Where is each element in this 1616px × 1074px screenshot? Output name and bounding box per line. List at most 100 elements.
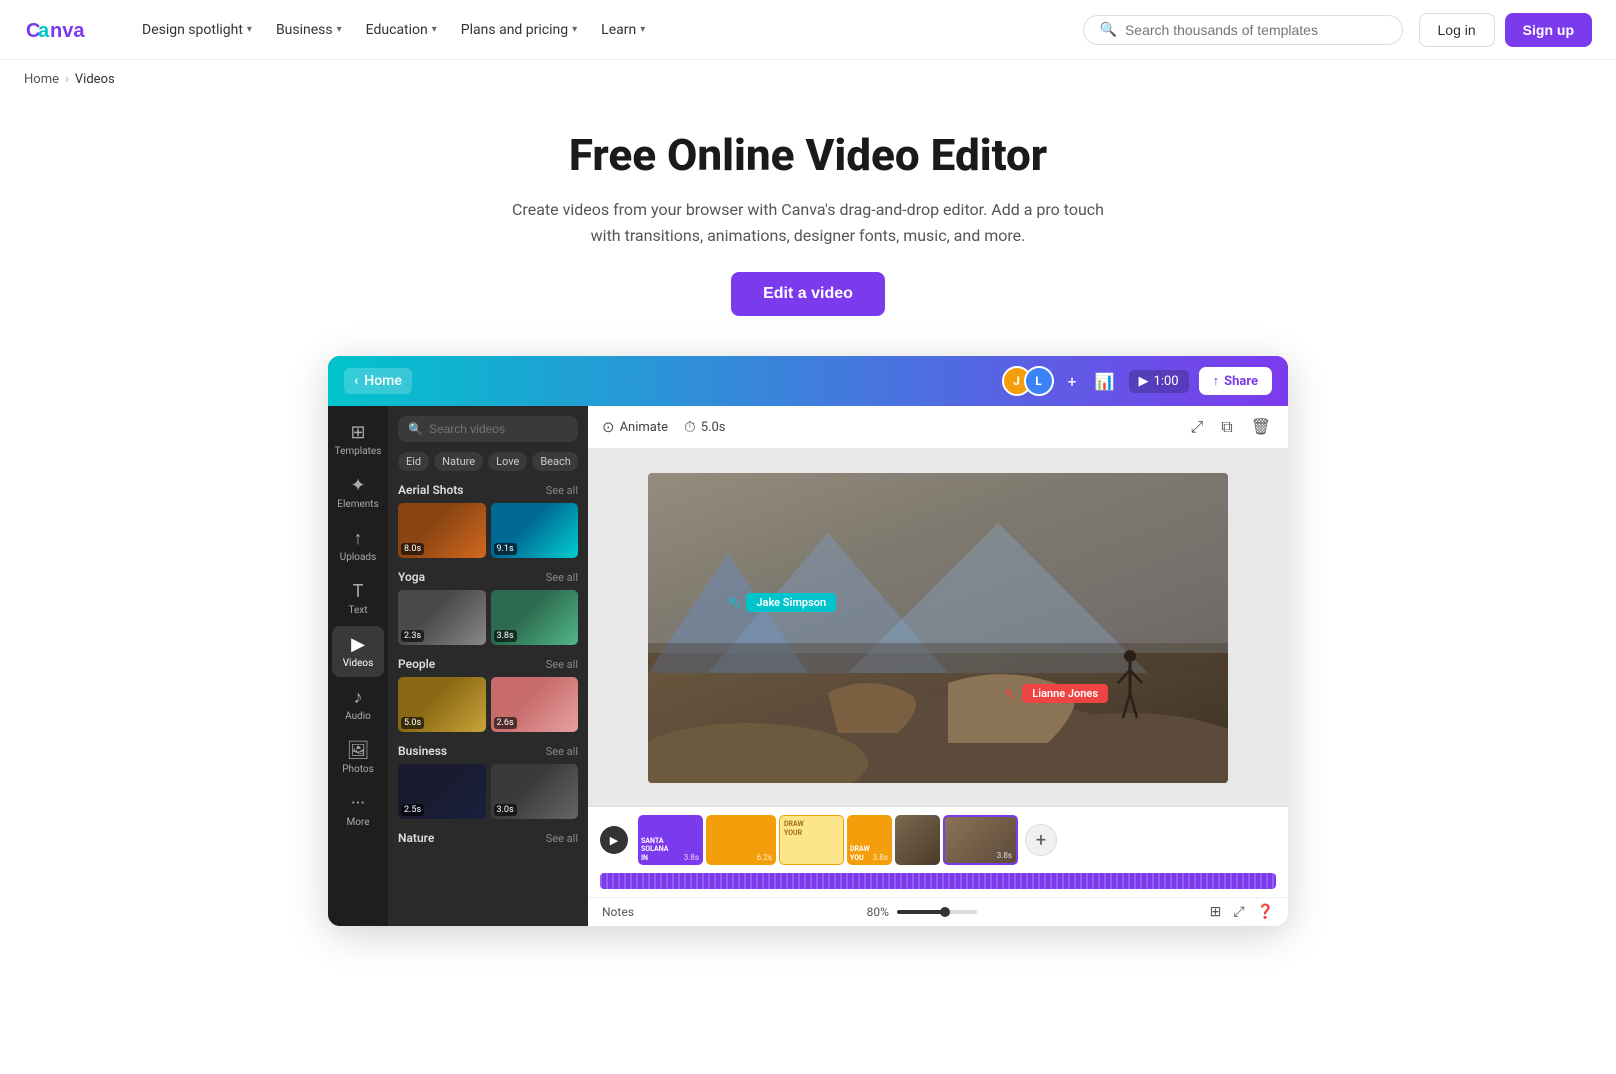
category-eid[interactable]: Eid	[398, 452, 429, 471]
chevron-down-icon: ▾	[337, 24, 342, 35]
editor-canvas: ↖ Jake Simpson ↖ Lianne Jones	[588, 449, 1288, 806]
category-nature[interactable]: Nature	[434, 452, 483, 471]
clock-icon: ⏱	[684, 418, 696, 436]
business-grid: 2.5s 3.0s	[398, 764, 578, 819]
nav-design-spotlight[interactable]: Design spotlight ▾	[132, 14, 262, 46]
grid-view-icon[interactable]: ⊞	[1210, 904, 1222, 920]
video-thumb-business-1[interactable]: 2.5s	[398, 764, 486, 819]
video-thumb-people-1[interactable]: 5.0s	[398, 677, 486, 732]
duration-control[interactable]: ⏱ 5.0s	[684, 418, 725, 436]
audio-icon: ♪	[354, 687, 363, 708]
editor-main: ⊙ Animate ⏱ 5.0s ⤢ ⧉ 🗑	[588, 406, 1288, 926]
zoom-slider-thumb	[940, 907, 950, 917]
chevron-left-icon: ‹	[354, 373, 358, 389]
aerial-shots-grid: 8.0s 9.1s	[398, 503, 578, 558]
sidebar-item-text[interactable]: T Text	[332, 573, 384, 624]
global-search-input[interactable]	[1125, 22, 1386, 38]
edit-video-button[interactable]: Edit a video	[731, 272, 885, 316]
timeline-clip-active[interactable]: 3.8s	[943, 815, 1018, 865]
video-thumb-yoga-2[interactable]: 3.8s	[491, 590, 579, 645]
category-beach[interactable]: Beach	[532, 452, 578, 471]
zoom-level: 80%	[867, 905, 889, 919]
category-pills: Eid Nature Love Beach Music ›	[398, 452, 578, 471]
duplicate-icon[interactable]: ⧉	[1218, 414, 1235, 440]
see-all-aerial[interactable]: See all	[546, 484, 578, 497]
search-icon: 🔍	[1100, 22, 1117, 38]
editor-home-button[interactable]: ‹ Home	[344, 368, 412, 394]
nav-education[interactable]: Education ▾	[356, 14, 447, 46]
see-all-nature[interactable]: See all	[546, 832, 578, 845]
animate-button[interactable]: ⊙ Animate	[602, 418, 668, 436]
hero-title: Free Online Video Editor	[24, 129, 1592, 181]
svg-text:a: a	[38, 20, 50, 42]
canvas-video: ↖ Jake Simpson ↖ Lianne Jones	[648, 473, 1228, 783]
timeline-clip-4[interactable]: DRAWYOU 3.8s	[847, 815, 892, 865]
zoom-control: 80%	[867, 905, 977, 919]
breadcrumb-current: Videos	[75, 72, 115, 87]
signup-button[interactable]: Sign up	[1505, 13, 1592, 47]
videos-icon: ▶	[351, 634, 365, 655]
templates-icon: ⊞	[350, 422, 365, 443]
timeline-clip-1[interactable]: SANTASOLANAIN 3.8s	[638, 815, 703, 865]
delete-icon[interactable]: 🗑	[1248, 414, 1274, 440]
global-search[interactable]: 🔍	[1083, 15, 1403, 45]
notes-label: Notes	[602, 905, 634, 919]
section-aerial-shots: Aerial Shots See all 8.0s 9.1s	[398, 483, 578, 558]
cursor-lianne-icon: ↖	[1004, 684, 1017, 703]
nav-plans-pricing[interactable]: Plans and pricing ▾	[451, 14, 587, 46]
lianne-jones-label: Lianne Jones	[1022, 684, 1108, 703]
editor-timeline: ▶ SANTASOLANAIN 3.8s 6.2s DRAWYOUR	[588, 806, 1288, 897]
canva-logo[interactable]: C a nva	[24, 15, 104, 45]
category-love[interactable]: Love	[488, 452, 527, 471]
sidebar-item-templates[interactable]: ⊞ Templates	[332, 414, 384, 465]
stats-icon[interactable]: 📊	[1091, 368, 1119, 395]
section-people: People See all 5.0s 2.6s	[398, 657, 578, 732]
animate-icon: ⊙	[602, 418, 615, 436]
sidebar-item-videos[interactable]: ▶ Videos	[332, 626, 384, 677]
see-all-yoga[interactable]: See all	[546, 571, 578, 584]
breadcrumb-separator: ›	[65, 72, 69, 87]
video-thumb-business-2[interactable]: 3.0s	[491, 764, 579, 819]
sidebar-item-uploads[interactable]: ↑ Uploads	[332, 520, 384, 571]
timeline-clip-2[interactable]: 6.2s	[706, 815, 776, 865]
video-search-input[interactable]	[429, 422, 568, 436]
timeline-clip-5[interactable]	[895, 815, 940, 865]
collab-tag-jake: ↖ Jake Simpson	[728, 593, 836, 612]
editor-canvas-toolbar: ⊙ Animate ⏱ 5.0s ⤢ ⧉ 🗑	[588, 406, 1288, 449]
navbar: C a nva Design spotlight ▾ Business ▾ Ed…	[0, 0, 1616, 60]
see-all-business[interactable]: See all	[546, 745, 578, 758]
resize-icon[interactable]: ⤢	[1187, 414, 1206, 440]
share-button[interactable]: ↑ Share	[1199, 367, 1272, 395]
video-thumb-aerial-2[interactable]: 9.1s	[491, 503, 579, 558]
add-collaborator-icon[interactable]: +	[1064, 368, 1081, 395]
editor-left-panel: 🔍 Eid Nature Love Beach Music › Aerial S…	[388, 406, 588, 926]
section-title-yoga: Yoga	[398, 570, 425, 584]
add-clip-button[interactable]: +	[1025, 824, 1057, 856]
video-search-box[interactable]: 🔍	[398, 416, 578, 442]
footer-icons: ⊞ ⤢ ❓	[1210, 904, 1274, 920]
photos-icon: 🖼	[347, 740, 370, 761]
fit-screen-icon[interactable]: ⤢	[1233, 904, 1244, 920]
video-thumb-people-2[interactable]: 2.6s	[491, 677, 579, 732]
audio-waveform	[600, 873, 1276, 889]
see-all-people[interactable]: See all	[546, 658, 578, 671]
jake-simpson-label: Jake Simpson	[746, 593, 836, 612]
nav-learn[interactable]: Learn ▾	[591, 14, 655, 46]
sidebar-item-elements[interactable]: ✦ Elements	[332, 467, 384, 518]
login-button[interactable]: Log in	[1419, 13, 1495, 47]
nav-business[interactable]: Business ▾	[266, 14, 352, 46]
sidebar-item-audio[interactable]: ♪ Audio	[332, 679, 384, 730]
timeline-play-button[interactable]: ▶	[600, 826, 628, 854]
more-icon: ···	[351, 793, 365, 814]
zoom-slider[interactable]	[897, 910, 977, 914]
video-thumb-aerial-1[interactable]: 8.0s	[398, 503, 486, 558]
help-icon[interactable]: ❓	[1257, 904, 1274, 920]
audio-waveform-bar	[600, 873, 1276, 889]
sidebar-item-more[interactable]: ··· More	[332, 785, 384, 836]
sidebar-item-photos[interactable]: 🖼 Photos	[332, 732, 384, 783]
breadcrumb-home[interactable]: Home	[24, 72, 59, 87]
section-nature: Nature See all	[398, 831, 578, 845]
uploads-icon: ↑	[354, 528, 363, 549]
video-thumb-yoga-1[interactable]: 2.3s	[398, 590, 486, 645]
timeline-clip-3[interactable]: DRAWYOUR	[779, 815, 844, 865]
